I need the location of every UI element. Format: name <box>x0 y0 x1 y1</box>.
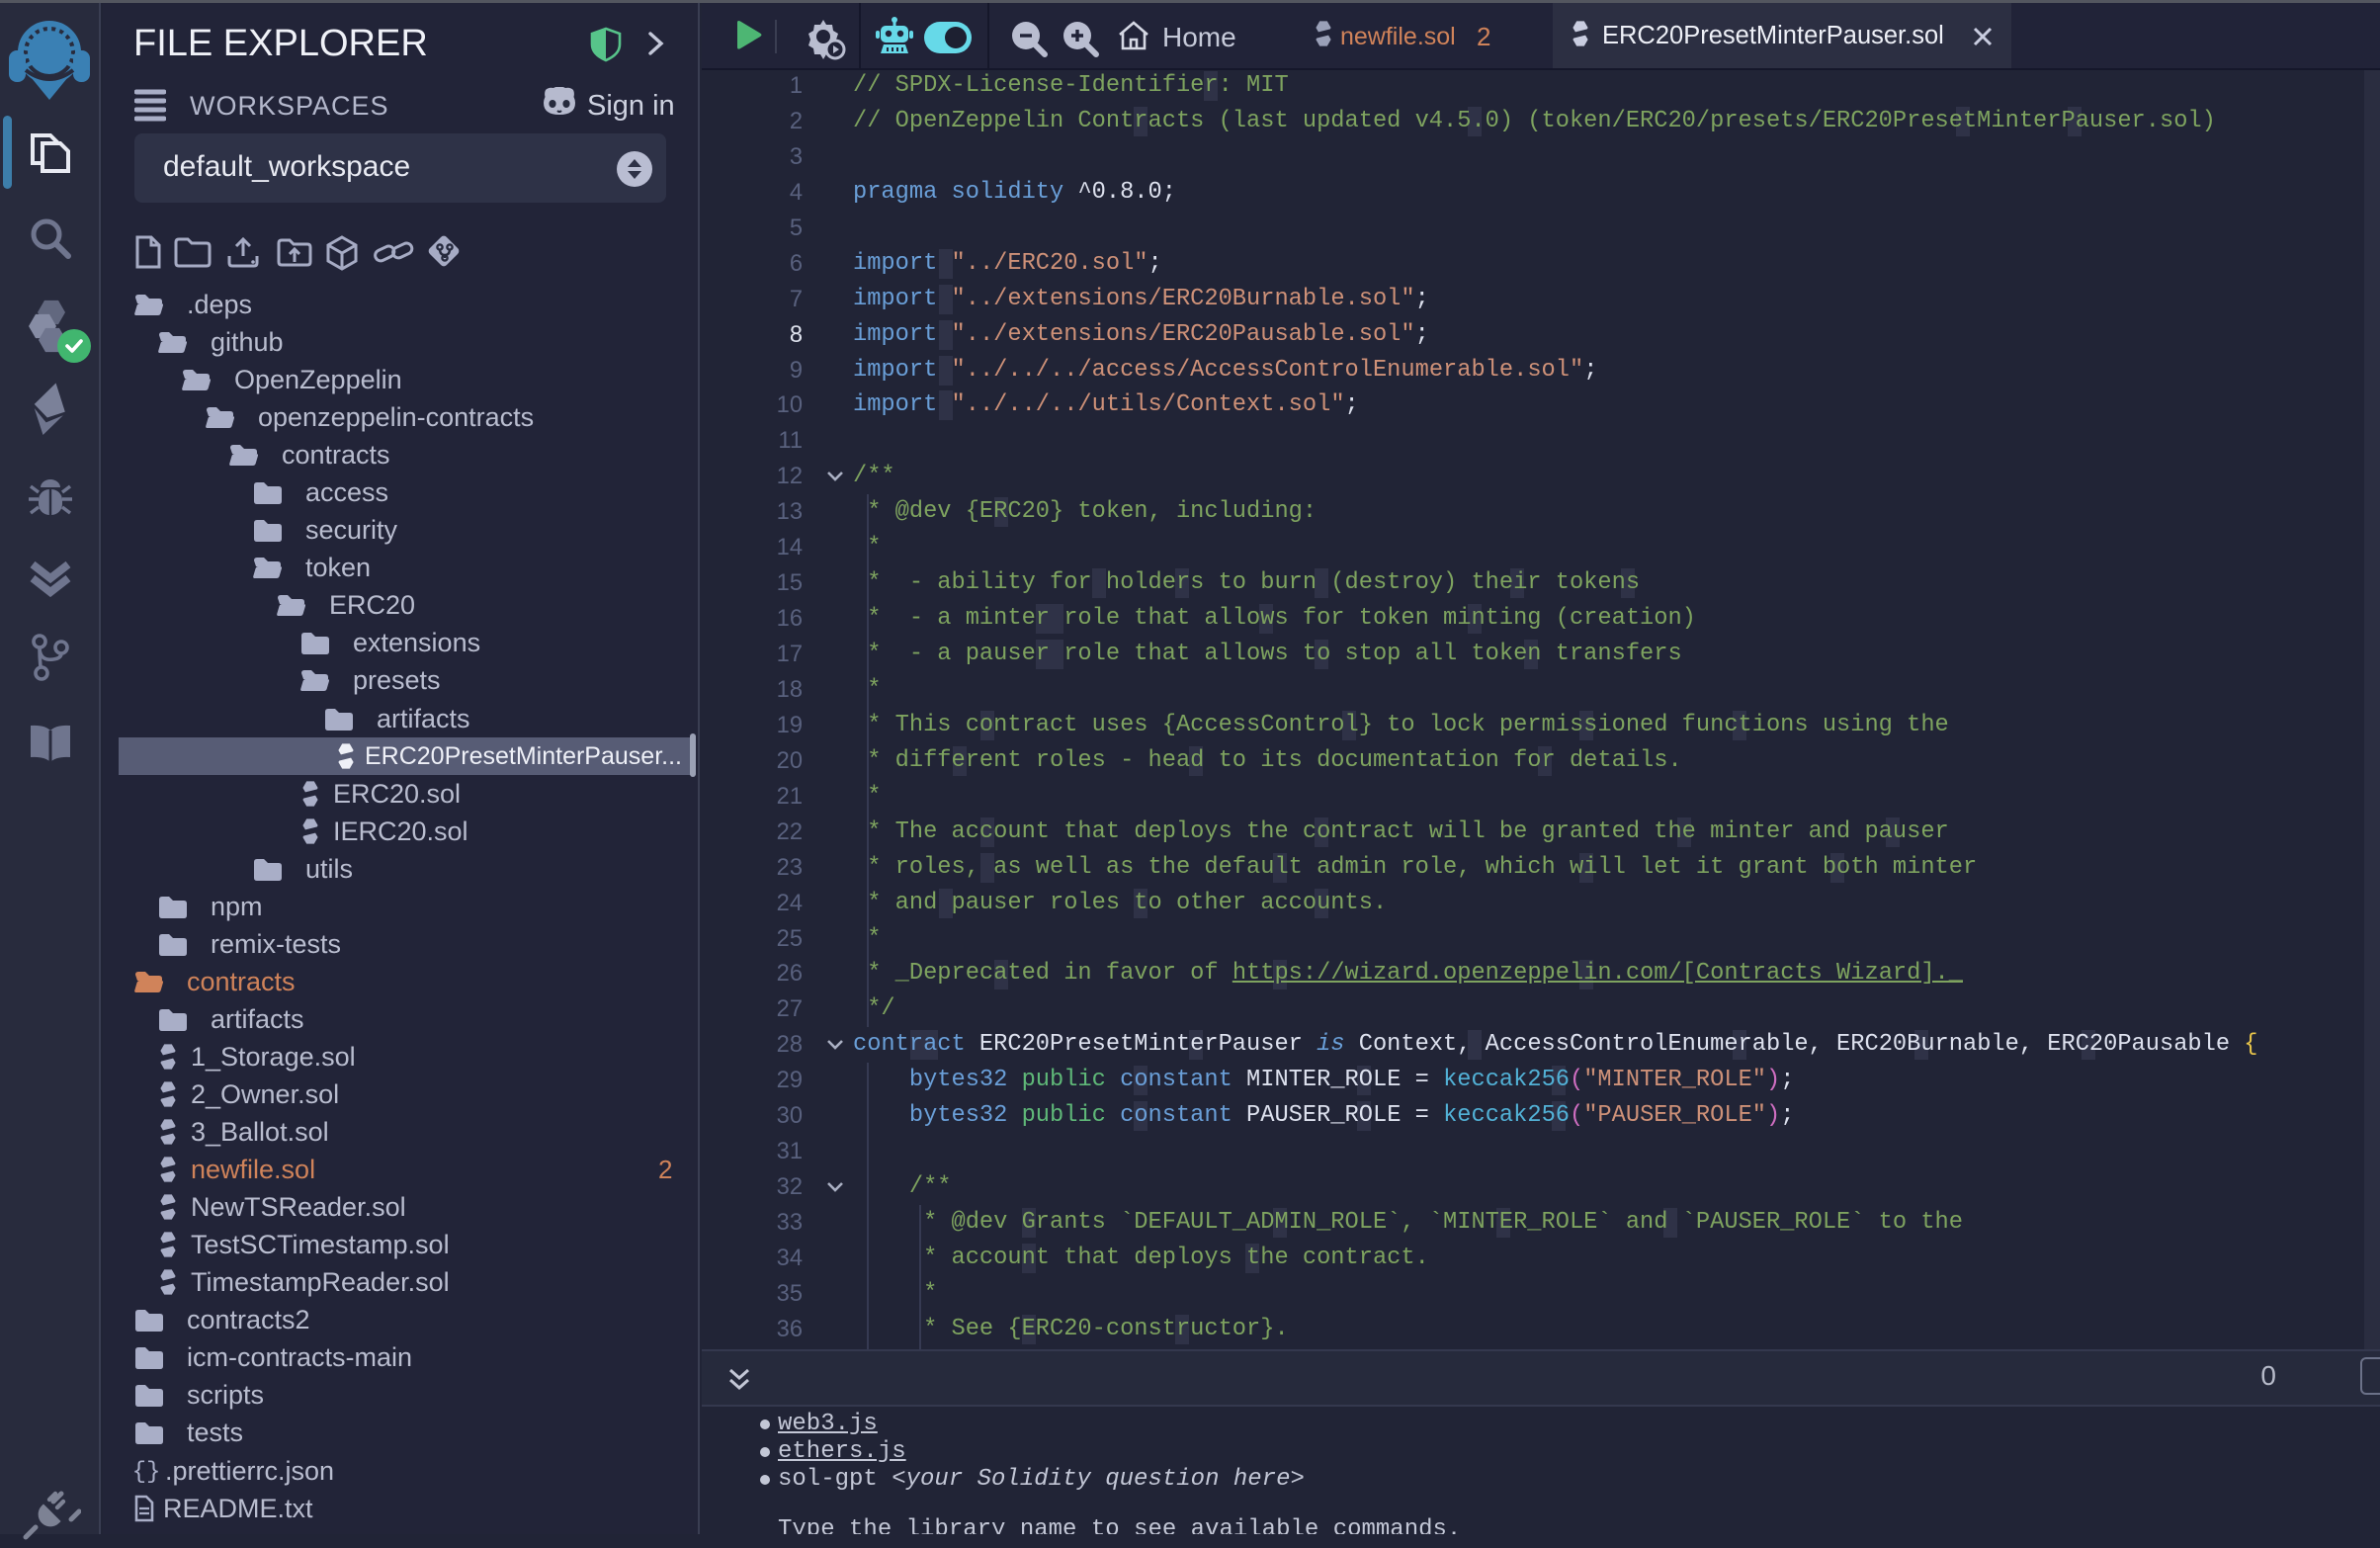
svg-text:{}: {} <box>133 1459 159 1485</box>
